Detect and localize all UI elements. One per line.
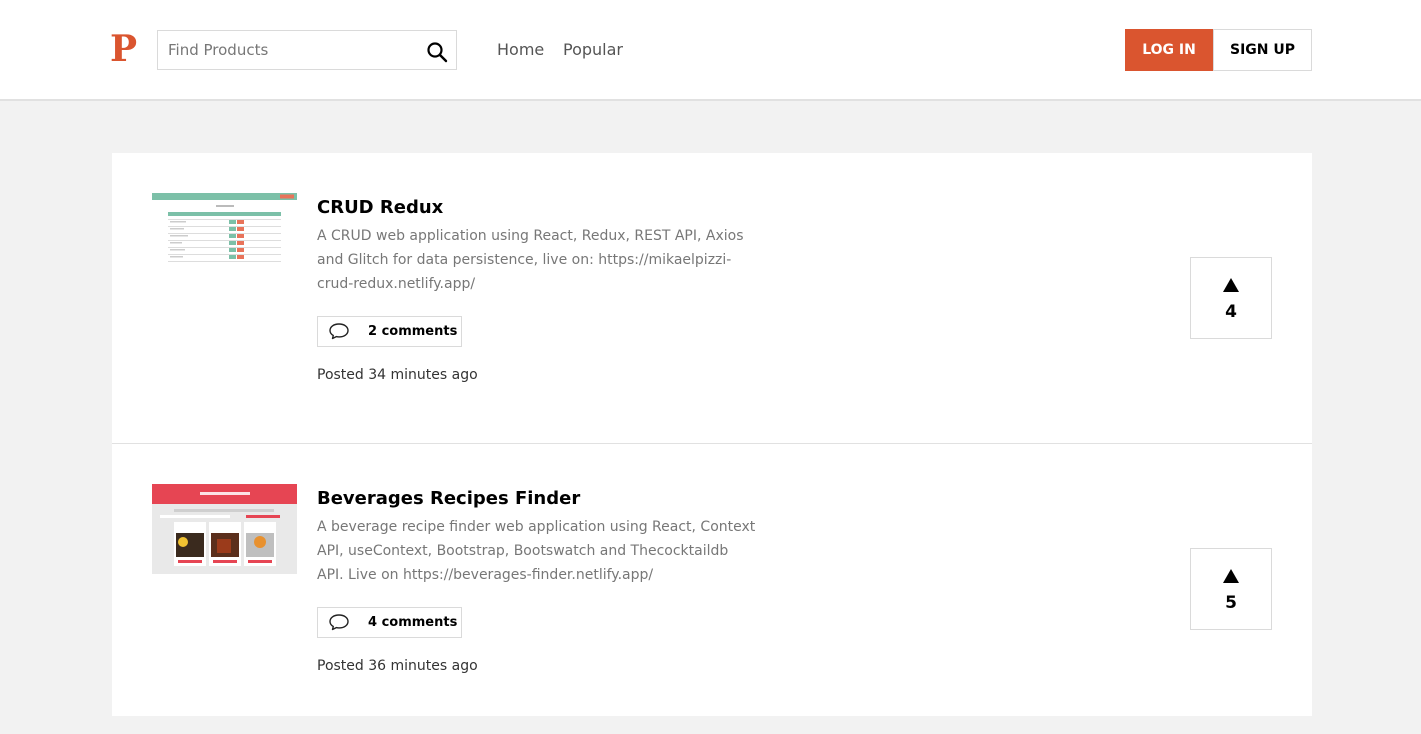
product-item: Beverages Recipes Finder A beverage reci…: [112, 443, 1312, 734]
search-icon[interactable]: [426, 41, 448, 63]
posted-time: Posted 34 minutes ago: [317, 367, 478, 383]
upvote-button[interactable]: 4: [1190, 257, 1272, 339]
nav-home-link[interactable]: Home: [497, 40, 544, 60]
product-item: CRUD Redux A CRUD web application using …: [112, 153, 1312, 443]
logo[interactable]: P: [110, 26, 137, 72]
signup-button[interactable]: SIGN UP: [1213, 29, 1312, 71]
comments-button[interactable]: 2 comments: [317, 316, 462, 347]
nav-popular-link[interactable]: Popular: [563, 40, 623, 60]
search-box: [157, 30, 457, 70]
product-title[interactable]: CRUD Redux: [317, 196, 443, 220]
login-button[interactable]: LOG IN: [1125, 29, 1213, 71]
product-thumbnail[interactable]: [152, 484, 297, 574]
comments-count-label: 2 comments: [368, 324, 458, 339]
comments-button[interactable]: 4 comments: [317, 607, 462, 638]
product-description: A CRUD web application using React, Redu…: [317, 228, 744, 292]
product-description: A beverage recipe finder web application…: [317, 519, 756, 583]
upvote-button[interactable]: 5: [1190, 548, 1272, 630]
comment-icon: [329, 614, 349, 631]
vote-count: 5: [1225, 593, 1237, 613]
upvote-arrow-icon: [1223, 569, 1239, 583]
product-thumbnail[interactable]: [152, 193, 297, 283]
search-input[interactable]: [168, 31, 413, 69]
comment-icon: [329, 323, 349, 340]
product-title[interactable]: Beverages Recipes Finder: [317, 487, 580, 511]
posted-time: Posted 36 minutes ago: [317, 658, 478, 674]
vote-count: 4: [1225, 302, 1237, 322]
upvote-arrow-icon: [1223, 278, 1239, 292]
product-list: CRUD Redux A CRUD web application using …: [112, 153, 1312, 716]
comments-count-label: 4 comments: [368, 615, 458, 630]
site-header: P Home Popular LOG IN SIGN UP: [0, 0, 1421, 101]
